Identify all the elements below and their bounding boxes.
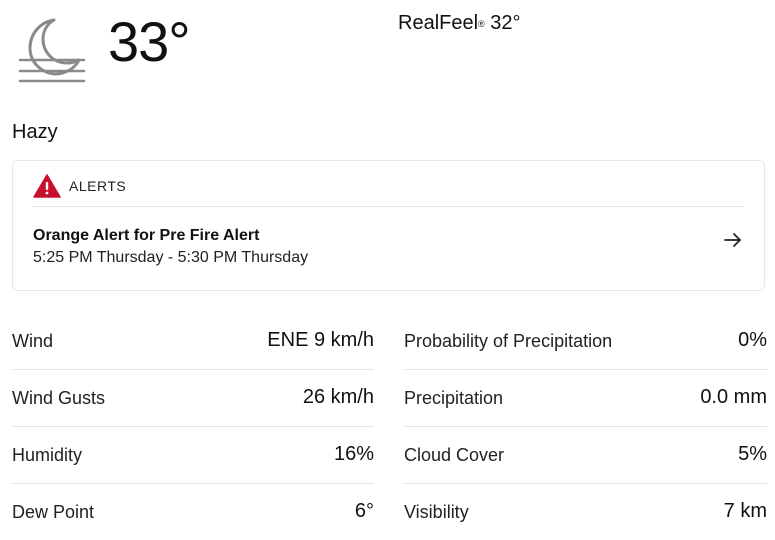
divider — [33, 206, 744, 207]
detail-row-precipitation: Precipitation 0.0 mm — [404, 370, 767, 427]
alerts-label: ALERTS — [69, 178, 127, 194]
alert-title: Orange Alert for Pre Fire Alert — [33, 227, 260, 244]
detail-label: Dew Point — [12, 502, 95, 522]
alerts-card: ALERTS Orange Alert for Pre Fire Alert 5… — [12, 160, 765, 291]
detail-label: Wind Gusts — [12, 388, 106, 408]
realfeel-value: 32° — [490, 12, 521, 34]
alerts-header: ALERTS — [33, 173, 126, 199]
detail-value: 0% — [738, 329, 767, 351]
detail-row-wind: Wind ENE 9 km/h — [12, 313, 374, 370]
detail-value: 7 km — [723, 500, 767, 522]
detail-row-wind-gusts: Wind Gusts 26 km/h — [12, 370, 374, 427]
detail-label: Precipitation — [404, 388, 504, 408]
arrow-right-icon[interactable] — [722, 229, 744, 251]
detail-label: Wind — [12, 331, 54, 351]
alert-item[interactable]: Orange Alert for Pre Fire Alert 5:25 PM … — [33, 225, 744, 273]
detail-row-visibility: Visibility 7 km — [404, 484, 767, 540]
alert-time: 5:25 PM Thursday - 5:30 PM Thursday — [33, 249, 309, 266]
realfeel-label: RealFeel — [398, 12, 479, 34]
detail-value: 6° — [354, 500, 374, 522]
detail-value: 0.0 mm — [700, 386, 767, 408]
current-conditions: 33° RealFeel® 32° — [0, 0, 775, 100]
detail-label: Humidity — [12, 445, 83, 465]
current-temperature: 33° — [108, 10, 191, 73]
detail-label: Visibility — [404, 502, 469, 522]
detail-label: Cloud Cover — [404, 445, 505, 465]
registered-mark: ® — [478, 19, 485, 29]
hazy-moon-icon — [18, 18, 86, 83]
realfeel: RealFeel® 32° — [398, 11, 521, 35]
detail-value: 5% — [738, 443, 767, 465]
condition-text: Hazy — [12, 121, 58, 143]
detail-row-humidity: Humidity 16% — [12, 427, 374, 484]
detail-value: ENE 9 km/h — [267, 329, 374, 351]
detail-row-dew-point: Dew Point 6° — [12, 484, 374, 540]
detail-row-cloud-cover: Cloud Cover 5% — [404, 427, 767, 484]
details-column-left: Wind ENE 9 km/h Wind Gusts 26 km/h Humid… — [12, 313, 374, 540]
detail-label: Probability of Precipitation — [404, 331, 613, 351]
detail-value: 16% — [333, 443, 374, 465]
warning-triangle-icon — [33, 174, 61, 198]
details-column-right: Probability of Precipitation 0% Precipit… — [404, 313, 767, 540]
detail-row-precip-probability: Probability of Precipitation 0% — [404, 313, 767, 370]
detail-value: 26 km/h — [302, 386, 374, 408]
